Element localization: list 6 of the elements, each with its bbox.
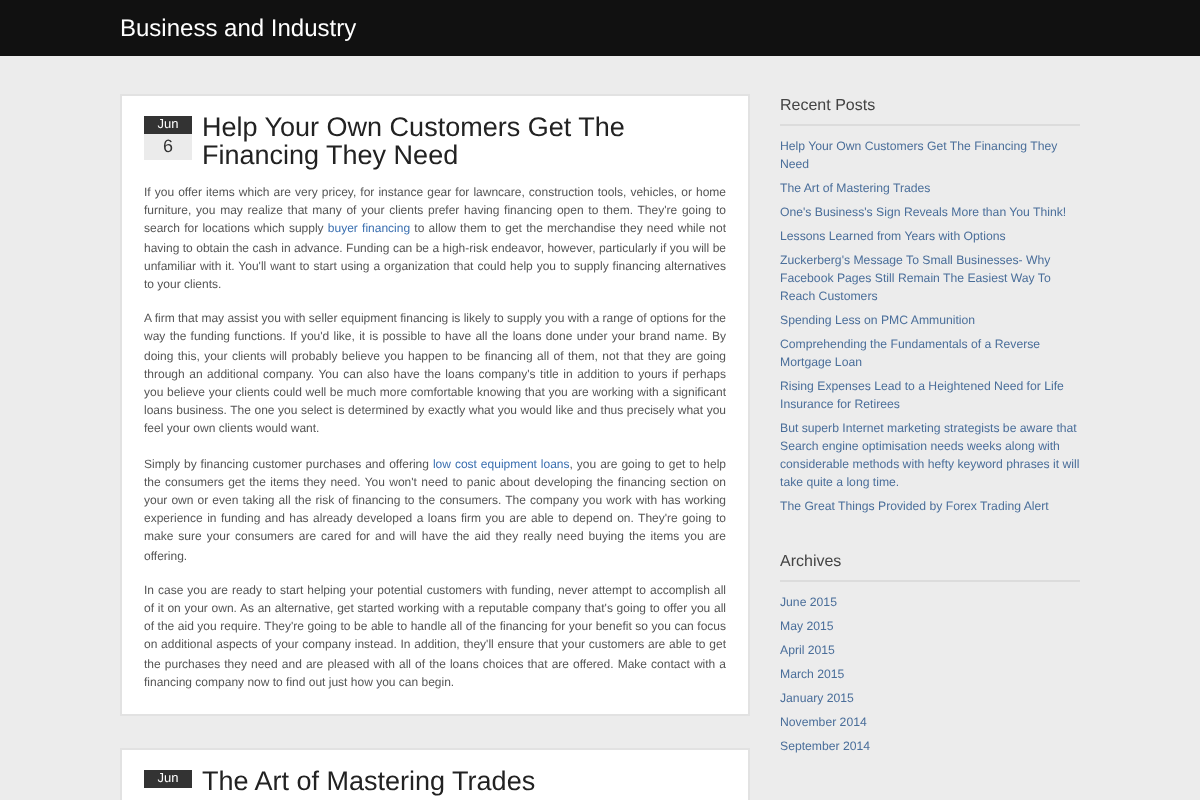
widget-heading: Archives (780, 552, 1080, 582)
post-title[interactable]: Help Your Own Customers Get The Financing They Need (202, 114, 726, 170)
post-title[interactable]: The Art of Mastering Trades (202, 768, 536, 797)
date-day: 6 (144, 134, 192, 160)
site-title[interactable]: Business and Industry (120, 10, 357, 46)
widget-heading: Recent Posts (780, 96, 1080, 126)
